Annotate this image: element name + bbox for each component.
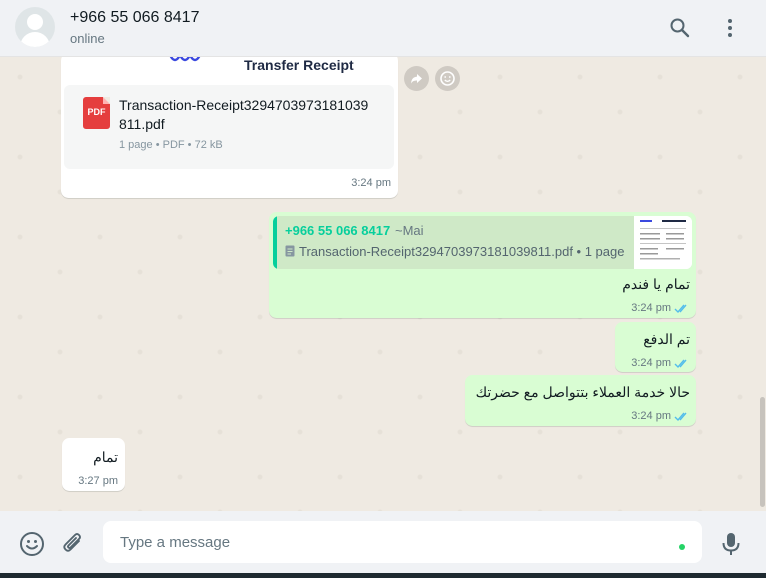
document-message[interactable]: Transfer Receipt PDF Transaction-Receipt… [61,57,398,198]
quoted-message[interactable]: +966 55 066 8417 ~Mai Transaction-Receip… [273,216,692,269]
pdf-icon: PDF [83,97,110,129]
quote-document-label: Transaction-Receipt3294703973181039811.p… [299,244,625,259]
avatar-body [20,32,50,47]
chat-area[interactable]: Transfer Receipt PDF Transaction-Receipt… [0,57,766,511]
quote-document: Transaction-Receipt3294703973181039811.p… [285,244,624,259]
receipt-logo-icon [169,57,201,62]
forward-button[interactable] [404,66,429,91]
message-time: 3:27 pm [78,475,118,487]
document-filename: Transaction-Receipt3294703973181039811.p… [119,97,369,132]
react-button[interactable] [435,66,460,91]
attach-icon[interactable] [61,531,85,557]
chat-scrollbar[interactable] [760,397,765,507]
support-message[interactable]: حالا خدمة العملاء بتتواصل مع حضرتك 3:24 … [465,375,696,426]
message-text: حالا خدمة العملاء بتتواصل مع حضرتك [475,384,690,400]
document-meta: 1 page • PDF • 72 kB [119,139,223,151]
quote-bar [273,216,277,269]
composer [0,511,766,573]
document-thumbnail [634,216,692,269]
read-ticks-icon [674,304,687,314]
emoji-icon[interactable] [19,531,45,557]
read-ticks-icon [674,359,687,369]
contact-name[interactable]: +966 55 066 8417 [70,9,199,27]
message-time: 3:24 pm [631,410,671,422]
avatar-head [27,14,43,30]
message-time: 3:24 pm [631,357,671,369]
document-card[interactable]: PDF Transaction-Receipt32947039731810398… [64,85,394,169]
forward-icon [411,74,422,84]
quote-author: +966 55 066 8417 [285,223,391,238]
read-ticks-icon [674,412,687,422]
message-time: 3:24 pm [631,302,671,314]
contact-status: online [70,31,105,46]
reply-message[interactable]: +966 55 066 8417 ~Mai Transaction-Receip… [269,212,696,318]
message-text: تمام يا فندم [622,276,690,292]
mic-icon[interactable] [721,531,741,557]
quote-pushname: ~Mai [395,223,424,238]
window-bottom-edge [0,573,766,578]
emoji-react-icon [440,71,455,86]
chat-header: +966 55 066 8417 online [0,0,766,57]
document-icon [285,245,295,257]
paid-message[interactable]: تم الدفع 3:24 pm [615,322,696,372]
status-dot [679,544,685,550]
incoming-message[interactable]: تمام 3:27 pm [62,438,125,491]
avatar[interactable] [15,7,55,47]
pdf-label: PDF [87,107,106,117]
message-text: تم الدفع [643,331,690,347]
message-time: 3:24 pm [351,177,391,189]
search-icon[interactable] [668,16,692,40]
receipt-title: Transfer Receipt [244,57,354,73]
menu-icon[interactable] [718,16,742,40]
document-preview[interactable]: Transfer Receipt [64,57,397,81]
message-text: تمام [93,449,118,465]
message-input[interactable] [103,521,702,563]
